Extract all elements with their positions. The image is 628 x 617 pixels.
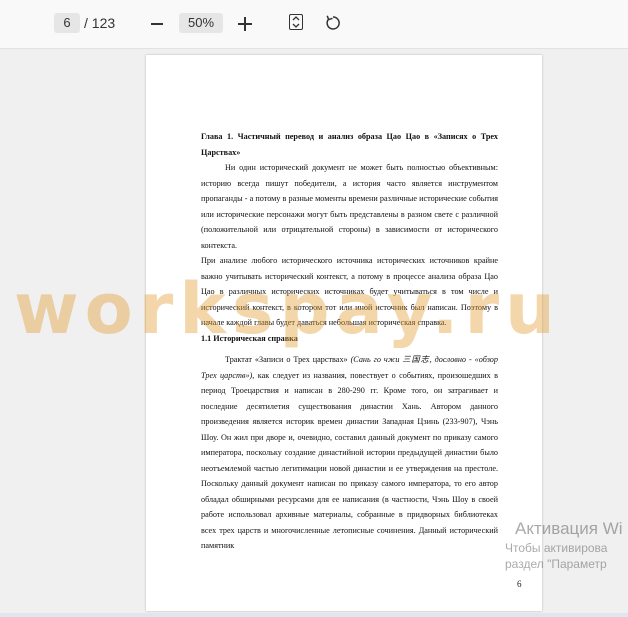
page-number-input[interactable]: 6 xyxy=(54,13,80,33)
page-number: 6 xyxy=(517,579,522,589)
activation-line: раздел "Параметр xyxy=(505,557,607,571)
paragraph: Трактат «Записи о Трех царствах» (Сань г… xyxy=(201,352,498,554)
bottom-scrollbar-strip xyxy=(0,613,628,617)
activation-line: Чтобы активирова xyxy=(505,541,608,555)
zoom-in-button[interactable] xyxy=(236,12,254,34)
page-total: / 123 xyxy=(84,15,116,31)
section-title: 1.1 Историческая справка xyxy=(201,333,298,343)
zoom-level-input[interactable]: 50% xyxy=(179,13,223,33)
rotate-icon xyxy=(326,15,340,30)
zoom-out-button[interactable] xyxy=(148,12,166,34)
fit-page-icon xyxy=(292,16,300,28)
fit-page-button[interactable] xyxy=(289,14,303,30)
activation-title: Активация Wi xyxy=(515,519,623,538)
paragraph-rest: , как следует из названия, повествует о … xyxy=(201,370,499,551)
windows-activation-notice: Активация Wi Чтобы активирова раздел "Па… xyxy=(503,518,623,572)
paragraph-start: Трактат «Записи о Трех царствах» xyxy=(225,355,351,364)
rotate-button[interactable] xyxy=(324,14,342,32)
pdf-toolbar: 6 / 123 50% xyxy=(0,0,628,49)
document-page: Глава 1. Частичный перевод и анализ обра… xyxy=(146,55,542,611)
chapter-title: Глава 1. Частичный перевод и анализ обра… xyxy=(201,132,498,157)
paragraph: При анализе любого исторического источни… xyxy=(201,256,498,327)
paragraph: Ни один исторический документ не может б… xyxy=(201,163,498,250)
page-content: Глава 1. Частичный перевод и анализ обра… xyxy=(201,129,498,554)
